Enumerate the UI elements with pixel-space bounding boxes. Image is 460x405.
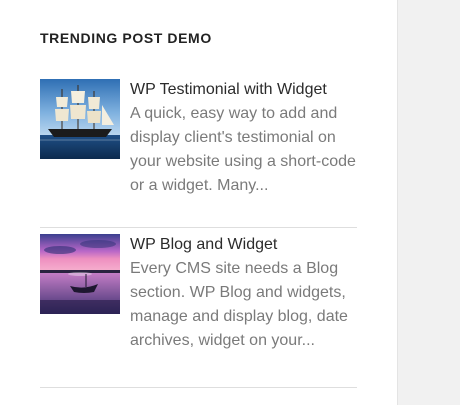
post-title-link[interactable]: WP Testimonial with Widget xyxy=(130,78,360,102)
post-thumbnail-sunset-boat[interactable] xyxy=(40,234,120,314)
post-thumbnail-sailing-ship[interactable] xyxy=(40,79,120,159)
post-list: WP Testimonial with Widget A quick, easy… xyxy=(40,78,357,388)
sidebar-background xyxy=(397,0,460,405)
post-body: WP Testimonial with Widget A quick, easy… xyxy=(130,78,360,198)
post-body: WP Blog and Widget Every CMS site needs … xyxy=(130,233,360,353)
list-item: WP Blog and Widget Every CMS site needs … xyxy=(40,233,357,388)
widget-title: TRENDING POST DEMO xyxy=(40,30,212,46)
post-title-link[interactable]: WP Blog and Widget xyxy=(130,233,360,257)
sunset-boat-image xyxy=(40,234,120,314)
post-excerpt: Every CMS site needs a Blog section. WP … xyxy=(130,260,348,349)
sailing-ship-image xyxy=(40,79,120,159)
post-excerpt: A quick, easy way to add and display cli… xyxy=(130,105,356,194)
list-item: WP Testimonial with Widget A quick, easy… xyxy=(40,78,357,228)
